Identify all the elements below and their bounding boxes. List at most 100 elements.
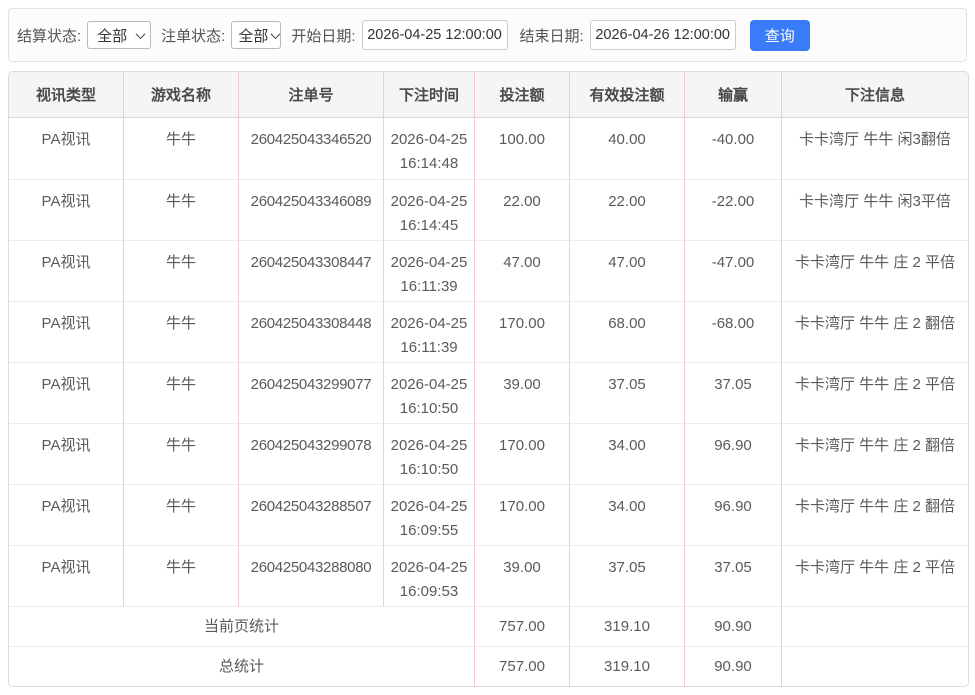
cell-bet-amount: 170.00 — [474, 301, 569, 362]
cell-bet-info: 卡卡湾厅 牛牛 庄 2 翻倍 — [781, 301, 968, 362]
grand-total-win-loss: 90.90 — [684, 646, 781, 686]
cell-game-name: 牛牛 — [123, 545, 238, 606]
table-body: PA视讯牛牛2604250433465202026-04-25 16:14:48… — [9, 118, 968, 606]
table-row: PA视讯牛牛2604250432990782026-04-25 16:10:50… — [9, 423, 968, 484]
cell-win-loss: 96.90 — [684, 423, 781, 484]
cell-bet-time: 2026-04-25 16:09:55 — [383, 484, 474, 545]
cell-win-loss: -40.00 — [684, 118, 781, 179]
cell-bet-id: 260425043308448 — [238, 301, 383, 362]
settle-status-value: 全部 — [97, 25, 127, 46]
chevron-down-icon — [136, 29, 146, 39]
cell-win-loss: 37.05 — [684, 362, 781, 423]
cell-bet-time: 2026-04-25 16:14:48 — [383, 118, 474, 179]
cell-valid-bet-amount: 40.00 — [569, 118, 684, 179]
cell-bet-info: 卡卡湾厅 牛牛 庄 2 平倍 — [781, 240, 968, 301]
table-row: PA视讯牛牛2604250432880802026-04-25 16:09:53… — [9, 545, 968, 606]
table-row: PA视讯牛牛2604250433460892026-04-25 16:14:45… — [9, 179, 968, 240]
grand-total-row: 总统计 757.00 319.10 90.90 — [9, 646, 968, 686]
column-header-bet-info: 下注信息 — [781, 72, 968, 118]
cell-win-loss: 96.90 — [684, 484, 781, 545]
cell-win-loss: 37.05 — [684, 545, 781, 606]
grand-total-valid-bet-amount: 319.10 — [569, 646, 684, 686]
page-total-label: 当前页统计 — [9, 606, 474, 646]
cell-bet-id: 260425043346089 — [238, 179, 383, 240]
cell-bet-id: 260425043308447 — [238, 240, 383, 301]
column-header-valid-bet-amount: 有效投注额 — [569, 72, 684, 118]
cell-bet-amount: 39.00 — [474, 362, 569, 423]
end-date-input[interactable] — [590, 20, 736, 50]
grand-total-label: 总统计 — [9, 646, 474, 686]
cell-bet-info: 卡卡湾厅 牛牛 庄 2 平倍 — [781, 362, 968, 423]
chevron-down-icon — [271, 29, 281, 39]
cell-bet-id: 260425043299077 — [238, 362, 383, 423]
bet-records-table: 视讯类型游戏名称注单号下注时间投注额有效投注额输赢下注信息 PA视讯牛牛2604… — [8, 71, 969, 687]
table-row: PA视讯牛牛2604250433465202026-04-25 16:14:48… — [9, 118, 968, 179]
column-header-video-type: 视讯类型 — [9, 72, 123, 118]
cell-video-type: PA视讯 — [9, 423, 123, 484]
table-row: PA视讯牛牛2604250433084482026-04-25 16:11:39… — [9, 301, 968, 362]
cell-bet-amount: 170.00 — [474, 423, 569, 484]
cell-game-name: 牛牛 — [123, 423, 238, 484]
cell-video-type: PA视讯 — [9, 545, 123, 606]
cell-video-type: PA视讯 — [9, 179, 123, 240]
cell-bet-info: 卡卡湾厅 牛牛 庄 2 翻倍 — [781, 484, 968, 545]
cell-bet-id: 260425043299078 — [238, 423, 383, 484]
cell-game-name: 牛牛 — [123, 179, 238, 240]
page-total-win-loss: 90.90 — [684, 606, 781, 646]
start-date-label: 开始日期: — [291, 25, 355, 46]
cell-bet-time: 2026-04-25 16:14:45 — [383, 179, 474, 240]
cell-bet-time: 2026-04-25 16:10:50 — [383, 362, 474, 423]
column-header-game-name: 游戏名称 — [123, 72, 238, 118]
cell-bet-info: 卡卡湾厅 牛牛 闲3平倍 — [781, 179, 968, 240]
table-row: PA视讯牛牛2604250432990772026-04-25 16:10:50… — [9, 362, 968, 423]
cell-valid-bet-amount: 34.00 — [569, 484, 684, 545]
cell-game-name: 牛牛 — [123, 484, 238, 545]
cell-valid-bet-amount: 34.00 — [569, 423, 684, 484]
cell-valid-bet-amount: 22.00 — [569, 179, 684, 240]
cell-video-type: PA视讯 — [9, 240, 123, 301]
settle-status-label: 结算状态: — [17, 25, 81, 46]
cell-bet-time: 2026-04-25 16:09:53 — [383, 545, 474, 606]
end-date-label: 结束日期: — [520, 25, 584, 46]
cell-bet-amount: 22.00 — [474, 179, 569, 240]
cell-bet-id: 260425043288507 — [238, 484, 383, 545]
table-header-row: 视讯类型游戏名称注单号下注时间投注额有效投注额输赢下注信息 — [9, 72, 968, 118]
cell-valid-bet-amount: 37.05 — [569, 362, 684, 423]
page-total-bet-info — [781, 606, 968, 646]
cell-win-loss: -68.00 — [684, 301, 781, 362]
column-header-win-loss: 输赢 — [684, 72, 781, 118]
bet-status-select[interactable]: 全部 — [231, 21, 281, 49]
page-total-valid-bet-amount: 319.10 — [569, 606, 684, 646]
cell-video-type: PA视讯 — [9, 484, 123, 545]
cell-game-name: 牛牛 — [123, 118, 238, 179]
cell-win-loss: -47.00 — [684, 240, 781, 301]
cell-bet-time: 2026-04-25 16:10:50 — [383, 423, 474, 484]
cell-bet-info: 卡卡湾厅 牛牛 闲3翻倍 — [781, 118, 968, 179]
cell-video-type: PA视讯 — [9, 118, 123, 179]
page-total-bet-amount: 757.00 — [474, 606, 569, 646]
cell-bet-info: 卡卡湾厅 牛牛 庄 2 翻倍 — [781, 423, 968, 484]
cell-bet-time: 2026-04-25 16:11:39 — [383, 240, 474, 301]
cell-game-name: 牛牛 — [123, 301, 238, 362]
filter-bar: 结算状态: 全部 注单状态: 全部 开始日期: 结束日期: 查询 — [8, 8, 967, 62]
cell-video-type: PA视讯 — [9, 362, 123, 423]
column-header-bet-time: 下注时间 — [383, 72, 474, 118]
cell-bet-id: 260425043346520 — [238, 118, 383, 179]
column-header-bet-id: 注单号 — [238, 72, 383, 118]
cell-bet-amount: 100.00 — [474, 118, 569, 179]
cell-video-type: PA视讯 — [9, 301, 123, 362]
page-total-row: 当前页统计 757.00 319.10 90.90 — [9, 606, 968, 646]
grand-total-bet-info — [781, 646, 968, 686]
table-row: PA视讯牛牛2604250432885072026-04-25 16:09:55… — [9, 484, 968, 545]
query-button[interactable]: 查询 — [750, 20, 810, 51]
cell-bet-time: 2026-04-25 16:11:39 — [383, 301, 474, 362]
column-header-bet-amount: 投注额 — [474, 72, 569, 118]
cell-bet-amount: 39.00 — [474, 545, 569, 606]
bet-status-value: 全部 — [238, 25, 268, 46]
start-date-input[interactable] — [362, 20, 508, 50]
cell-win-loss: -22.00 — [684, 179, 781, 240]
cell-bet-amount: 47.00 — [474, 240, 569, 301]
settle-status-select[interactable]: 全部 — [87, 21, 151, 49]
cell-bet-amount: 170.00 — [474, 484, 569, 545]
bet-status-label: 注单状态: — [161, 25, 225, 46]
